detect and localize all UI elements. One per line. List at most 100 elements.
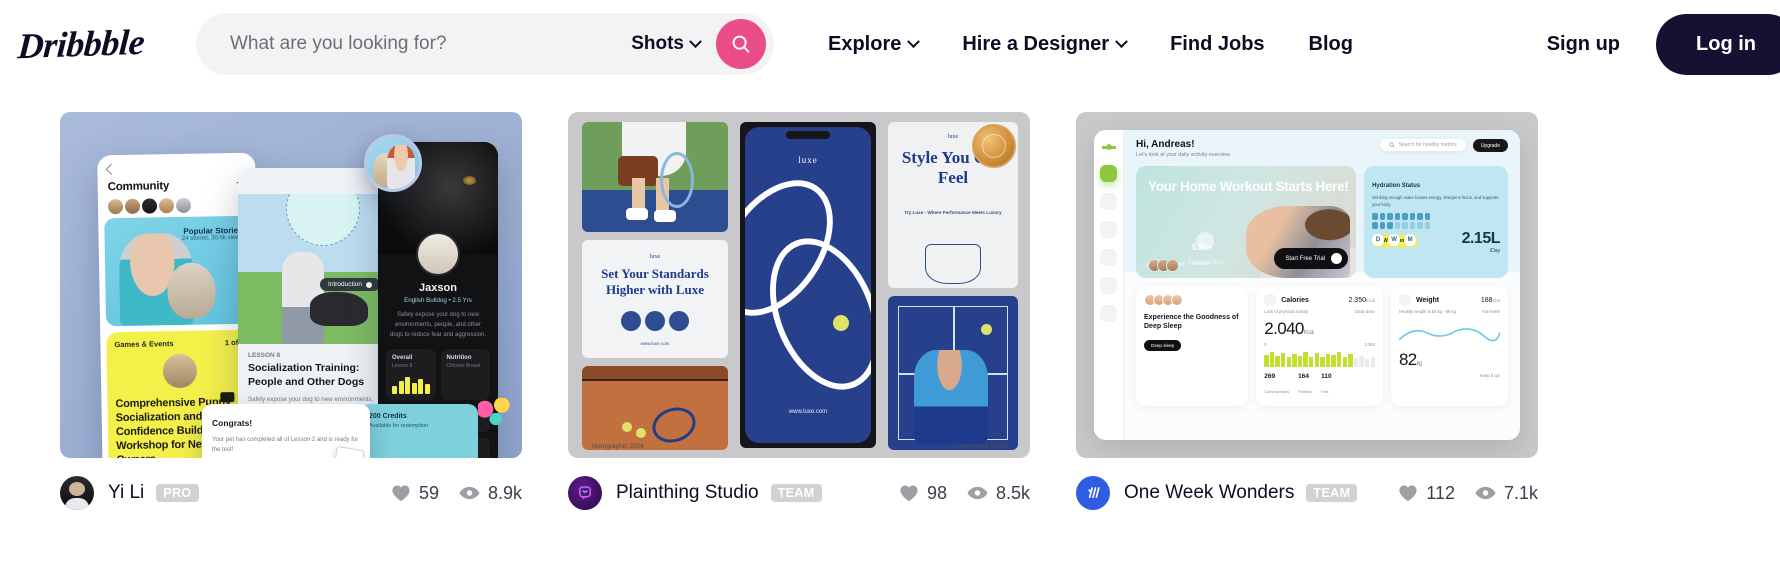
nav-item-find-jobs[interactable]: Find Jobs [1170, 33, 1264, 56]
brand-label: luxe [798, 155, 818, 165]
hero-title: Your Home Workout Starts Here! [1148, 179, 1349, 194]
hydration-card: Hydration Status Drinking enough water b… [1364, 166, 1508, 278]
members-label: Members [1192, 261, 1211, 266]
coin-badge [972, 124, 1016, 168]
sidebar-item-settings [1100, 305, 1117, 322]
nav-item-blog[interactable]: Blog [1309, 33, 1353, 56]
flame-icon [1264, 294, 1277, 306]
metric-value: 269 [1264, 373, 1276, 380]
dog-name: Jaxson [419, 282, 457, 294]
avatar-stack [98, 191, 256, 215]
hero-sublabel: 24 stories, 30.5k views [181, 234, 243, 242]
start-free-trial-button: Start Free Trial [1274, 248, 1349, 269]
sleep-title: Experience the Goodness of Deep Sleep [1144, 314, 1239, 331]
shot-thumbnail[interactable]: Hi, Andreas! Let's look at your daily ac… [1076, 112, 1538, 458]
search-submit-button[interactable] [716, 19, 766, 69]
stat-card-title: Overall [392, 354, 413, 361]
back-arrow-icon [105, 163, 118, 175]
court-player-panel [888, 296, 1018, 450]
search-scope-dropdown[interactable]: Shots [631, 33, 716, 55]
nav-item-explore[interactable]: Explore [828, 33, 921, 56]
nav-item-hire-a-designer[interactable]: Hire a Designer [962, 32, 1128, 56]
credits-title: 200 Credits [369, 413, 407, 420]
arrow-right-icon [1331, 253, 1343, 264]
calories-bar-chart [1264, 352, 1375, 367]
weight-card: Weight 188Lbs Healthy weight is 58 kg - … [1390, 286, 1508, 406]
panel-headline: Set Your Standards Higher with Luxe [601, 266, 709, 297]
hydration-grid [1372, 213, 1434, 230]
author-name[interactable]: Plainthing Studio [616, 482, 759, 504]
shot-thumbnail[interactable]: Community + Popular Stories 24 stories, … [60, 112, 522, 458]
main-nav: Explore Hire a Designer Find Jobs Blog [828, 33, 1353, 56]
calories-sub-right: Daily dose [1355, 309, 1375, 314]
log-in-button[interactable]: Log in [1656, 13, 1780, 75]
views-stat[interactable]: 8.5k [967, 483, 1030, 504]
likes-count: 59 [418, 482, 439, 503]
ticket-icon [220, 392, 235, 403]
dashboard-search: Search for healthy metrics [1379, 139, 1466, 151]
avatar[interactable] [1076, 476, 1110, 510]
nav-label-hire-a-designer: Hire a Designer [962, 32, 1110, 55]
trial-label: Start Free Trial [1285, 255, 1326, 262]
hydration-body: Drinking enough water boosts energy, sha… [1372, 195, 1499, 207]
calories-target: 2.350 [1348, 296, 1366, 304]
shot-meta: Yi Li PRO 59 8.9k [60, 476, 522, 510]
metric-label: Fats [1321, 390, 1329, 394]
tennis-photo-panel [582, 122, 728, 232]
stat-card-sub: Lesson 8 [392, 362, 413, 369]
search-bar[interactable]: Shots [196, 13, 774, 75]
shot-meta: Plainthing Studio TEAM 98 8.5k [568, 476, 1030, 510]
likes-count: 112 [1426, 482, 1455, 503]
sidebar-item-chat [1100, 221, 1117, 238]
weight-unit: Lbs [1492, 297, 1500, 303]
scale-icon [1398, 294, 1411, 306]
slashes-icon [1088, 487, 1100, 498]
chevron-down-icon [689, 34, 702, 48]
mockup-phone-luxe: luxe www.luxe.com [740, 122, 876, 448]
dashboard-search-placeholder: Search for healthy metrics [1398, 142, 1457, 148]
panel-subline: Try Luxe - Where Performance Meets Luxur… [904, 210, 1002, 216]
thumbnail-caption-left: Meingraphic 2024 [592, 443, 644, 450]
dog-description: Safely expose your dog to new environmen… [389, 312, 487, 338]
credits-card: 200 Credits Available for redemption [360, 404, 478, 458]
heart-icon [392, 485, 410, 502]
badge-seal [286, 194, 360, 246]
search-icon [1389, 142, 1395, 148]
avatar[interactable] [60, 476, 94, 510]
calories-unit: Kcal [1303, 330, 1314, 336]
axis-min: 0 [1264, 342, 1267, 347]
sign-up-link[interactable]: Sign up [1547, 33, 1656, 56]
chevron-down-icon [907, 34, 921, 48]
views-count: 8.5k [995, 482, 1030, 503]
shot-thumbnail[interactable]: luxe Set Your Standards Higher with Luxe… [568, 112, 1030, 458]
views-stat[interactable]: 7.1k [1475, 483, 1538, 504]
brand-label: luxe [649, 254, 661, 260]
mockup-sidebar [1094, 130, 1124, 440]
play-icon [366, 281, 372, 288]
workout-hero-card: Your Home Workout Starts Here! Explore N… [1136, 166, 1357, 278]
calories-target-unit: Kcal [1366, 297, 1375, 303]
views-count: 8.9k [487, 482, 522, 503]
likes-stat[interactable]: 112 [1398, 483, 1455, 504]
search-input[interactable] [230, 33, 632, 55]
status-badge: TEAM [1306, 483, 1358, 503]
weight-label: Weight [1415, 296, 1440, 304]
avatar[interactable] [568, 476, 602, 510]
shot-card: luxe Set Your Standards Higher with Luxe… [568, 112, 1030, 510]
calories-sub: Lack of physical activity [1264, 309, 1309, 314]
metric-label: Carbohydrates [1264, 390, 1290, 394]
author-name[interactable]: Yi Li [108, 482, 144, 504]
intro-chip-label: Introduction [328, 281, 362, 288]
likes-stat[interactable]: 98 [899, 483, 947, 504]
views-stat[interactable]: 8.9k [459, 483, 522, 504]
author-name[interactable]: One Week Wonders [1124, 482, 1294, 504]
water-unit: /Day [1489, 248, 1500, 254]
likes-stat[interactable]: 59 [391, 483, 439, 504]
weight-sub: Healthy weight is 58 kg - 89 kg [1398, 309, 1456, 314]
members-count: 5.8k+ [1192, 243, 1213, 252]
likes-count: 98 [926, 482, 947, 503]
deep-sleep-card: Experience the Goodness of Deep Sleep De… [1136, 286, 1249, 406]
credits-sub: Available for redemption [369, 423, 429, 429]
dribbble-logo[interactable]: Dribbble [16, 21, 145, 67]
sidebar-item-briefcase [1100, 249, 1117, 266]
